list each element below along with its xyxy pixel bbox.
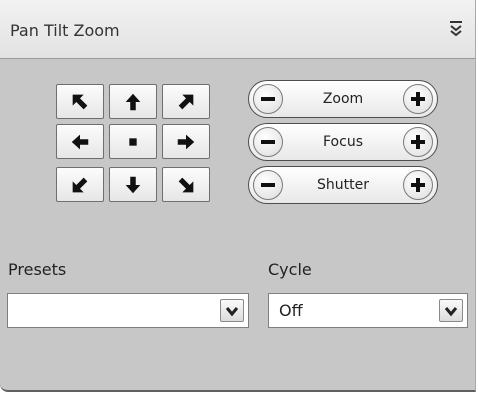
minus-icon	[261, 97, 275, 101]
zoom-in-button[interactable]	[403, 84, 433, 114]
pan-right-button[interactable]	[162, 124, 210, 159]
arrow-right-icon	[177, 134, 195, 149]
arrow-down-right-icon	[178, 177, 194, 192]
panel-title: Pan Tilt Zoom	[10, 21, 120, 40]
arrow-up-left-icon	[72, 94, 88, 109]
stop-square-icon	[129, 137, 137, 146]
chevron-down-icon[interactable]	[220, 299, 244, 322]
zoom-label: Zoom	[322, 91, 364, 107]
chevron-down-icon[interactable]	[439, 299, 463, 322]
tilt-down-button[interactable]	[109, 167, 157, 202]
arrow-left-icon	[71, 134, 89, 149]
pan-up-right-button[interactable]	[162, 84, 210, 119]
pan-down-left-button[interactable]	[56, 167, 104, 202]
zoom-control: Zoom	[248, 80, 438, 118]
arrow-up-right-icon	[178, 94, 194, 109]
arrow-down-left-icon	[72, 177, 88, 192]
pan-down-right-button[interactable]	[162, 167, 210, 202]
panel-header[interactable]: Pan Tilt Zoom	[0, 0, 475, 59]
arrow-up-icon	[125, 93, 141, 110]
minus-icon	[261, 183, 275, 187]
plus-icon	[411, 92, 425, 106]
pan-left-button[interactable]	[56, 124, 104, 159]
cycle-label: Cycle	[268, 260, 312, 279]
focus-far-button[interactable]	[403, 127, 433, 157]
shutter-increase-button[interactable]	[403, 170, 433, 200]
stop-button[interactable]	[109, 124, 157, 159]
pan-up-left-button[interactable]	[56, 84, 104, 119]
shutter-control: Shutter	[248, 166, 438, 204]
arrow-down-icon	[125, 176, 141, 193]
focus-label: Focus	[323, 134, 363, 150]
double-chevron-down-icon[interactable]	[449, 19, 463, 39]
focus-near-button[interactable]	[253, 127, 283, 157]
cycle-value: Off	[279, 301, 303, 320]
ptz-panel: Pan Tilt Zoom Zoom Focus Shutter Presets…	[0, 0, 476, 392]
shutter-decrease-button[interactable]	[253, 170, 283, 200]
shutter-label: Shutter	[317, 177, 369, 193]
minus-icon	[261, 140, 275, 144]
zoom-out-button[interactable]	[253, 84, 283, 114]
presets-label: Presets	[8, 260, 67, 279]
plus-icon	[411, 178, 425, 192]
focus-control: Focus	[248, 123, 438, 161]
cycle-select[interactable]: Off	[268, 293, 468, 328]
plus-icon	[411, 135, 425, 149]
presets-select[interactable]	[7, 293, 249, 328]
tilt-up-button[interactable]	[109, 84, 157, 119]
